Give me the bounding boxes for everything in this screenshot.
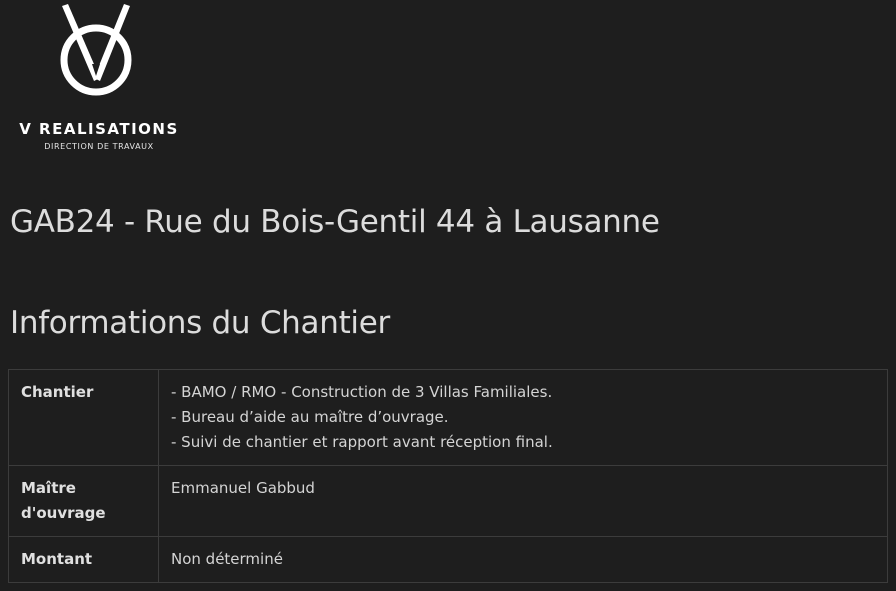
row-value-maitre-ouvrage: Emmanuel Gabbud xyxy=(158,465,888,537)
table-row: Maître d'ouvrage Emmanuel Gabbud xyxy=(8,465,888,537)
row-label-montant: Montant xyxy=(8,536,159,583)
row-label-chantier: Chantier xyxy=(8,369,159,466)
chantier-line: - Suivi de chantier et rapport avant réc… xyxy=(171,433,553,451)
project-info-table: Chantier - BAMO / RMO - Construction de … xyxy=(8,369,888,583)
label-line: d'ouvrage xyxy=(21,504,106,522)
table-row: Chantier - BAMO / RMO - Construction de … xyxy=(8,369,888,466)
label-line: Maître xyxy=(21,479,76,497)
section-title: Informations du Chantier xyxy=(10,305,390,341)
project-title: GAB24 - Rue du Bois-Gentil 44 à Lausanne xyxy=(10,204,660,240)
v-compass-logo-icon xyxy=(60,4,132,96)
row-label-maitre-ouvrage: Maître d'ouvrage xyxy=(8,465,159,537)
row-value-montant: Non déterminé xyxy=(158,536,888,583)
chantier-line: - Bureau d’aide au maître d’ouvrage. xyxy=(171,408,449,426)
row-value-chantier: - BAMO / RMO - Construction de 3 Villas … xyxy=(158,369,888,466)
logo-subtitle: DIRECTION DE TRAVAUX xyxy=(44,142,154,151)
logo-title: V REALISATIONS xyxy=(19,120,179,138)
page: V REALISATIONS DIRECTION DE TRAVAUX GAB2… xyxy=(0,0,896,591)
table-row: Montant Non déterminé xyxy=(8,536,888,583)
company-logo: V REALISATIONS DIRECTION DE TRAVAUX xyxy=(8,4,190,154)
chantier-line: - BAMO / RMO - Construction de 3 Villas … xyxy=(171,383,553,401)
